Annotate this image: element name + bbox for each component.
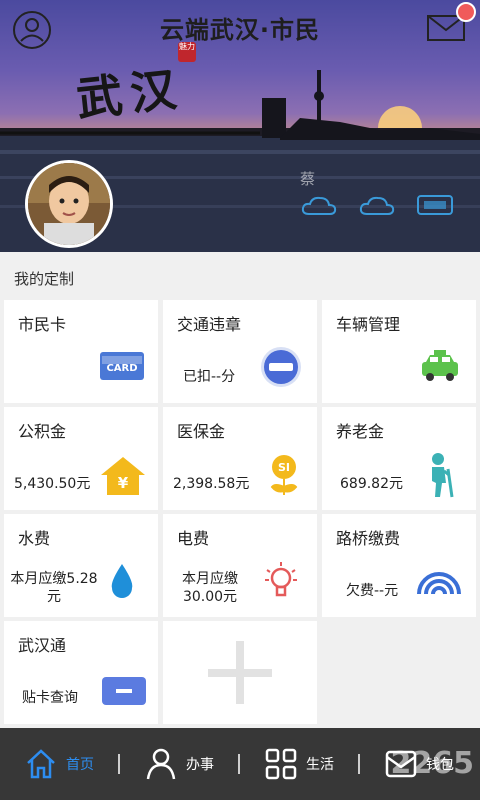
bridge-arc-icon — [417, 572, 461, 595]
house-yuan-icon: ¥ — [101, 457, 145, 495]
card-icon: CARD — [100, 352, 144, 380]
transit-card-icon — [102, 677, 146, 705]
tile-title: 水费 — [18, 529, 51, 548]
tile-title: 市民卡 — [18, 315, 67, 334]
bottom-tab-bar: 首页 办事 生活 钱包 2265 — [0, 728, 480, 800]
tile-value: 欠费--元 — [346, 583, 399, 599]
tile-citizen-card[interactable]: 市民卡 CARD — [4, 300, 158, 403]
tab-label: 办事 — [186, 757, 214, 773]
watermark: 2265 — [390, 746, 475, 781]
grid-icon — [265, 748, 297, 780]
tile-title: 公积金 — [18, 422, 67, 441]
tile-road-bridge-fee[interactable]: 路桥缴费 欠费--元 — [322, 514, 476, 617]
plus-icon — [208, 641, 272, 704]
profile-photo[interactable] — [25, 160, 113, 248]
tile-title: 医保金 — [177, 422, 226, 441]
section-title: 我的定制 — [14, 270, 75, 288]
card-badge-text: CARD — [106, 363, 137, 374]
tab-label: 生活 — [306, 757, 334, 773]
tile-water-fee[interactable]: 水费 本月应缴5.28元 — [4, 514, 158, 617]
tile-value: 本月应缴5.28元 — [10, 571, 98, 605]
red-seal: 魅力 — [178, 42, 196, 62]
tab-separator — [118, 754, 120, 774]
add-service-button[interactable] — [163, 621, 317, 724]
tab-label: 首页 — [66, 757, 94, 773]
tile-title: 电费 — [177, 529, 210, 548]
tab-separator — [238, 754, 240, 774]
tab-home[interactable]: 首页 — [24, 728, 94, 800]
child-portrait-image — [28, 163, 110, 245]
flower-si-icon: SI — [270, 455, 298, 495]
home-icon — [27, 749, 55, 779]
tile-title: 路桥缴费 — [336, 529, 401, 548]
user-name: 蔡 — [300, 170, 316, 188]
tile-value: 已扣--分 — [183, 369, 236, 385]
tile-vehicle-management[interactable]: 车辆管理 — [322, 300, 476, 403]
water-drop-icon — [111, 564, 133, 598]
no-entry-icon — [261, 347, 301, 387]
calligraphy-title: 武汉 — [73, 61, 187, 127]
hero-banner: 云端武汉·市民 武汉 魅力 蔡 — [0, 0, 480, 252]
tile-value: 5,430.50元 — [14, 476, 91, 492]
tile-value: 689.82元 — [340, 476, 403, 492]
cloud-icon — [359, 196, 395, 215]
tile-housing-fund[interactable]: 公积金 5,430.50元 ¥ — [4, 407, 158, 510]
tile-title: 武汉通 — [18, 636, 67, 655]
notification-dot — [456, 2, 476, 22]
person-icon — [146, 748, 176, 780]
tile-value: 本月应缴30.00元 — [182, 571, 238, 605]
taxi-icon — [422, 350, 458, 381]
tile-value: 贴卡查询 — [22, 690, 78, 706]
tab-separator — [358, 754, 360, 774]
elder-icon — [432, 453, 454, 498]
cloud-icon — [301, 196, 337, 215]
tile-wuhan-tong[interactable]: 武汉通 贴卡查询 — [4, 621, 158, 724]
yuan-badge-text: ¥ — [118, 474, 129, 492]
tab-affairs[interactable]: 办事 — [144, 728, 214, 800]
tile-electricity-fee[interactable]: 电费 本月应缴30.00元 — [163, 514, 317, 617]
tile-medical-insurance[interactable]: 医保金 2,398.58元 SI — [163, 407, 317, 510]
tile-title: 养老金 — [336, 422, 385, 441]
tile-pension[interactable]: 养老金 689.82元 — [322, 407, 476, 510]
tile-title: 车辆管理 — [336, 315, 401, 334]
aqi-icon — [417, 195, 453, 215]
si-badge-text: SI — [278, 461, 290, 474]
app-title: 云端武汉·市民 — [159, 16, 321, 44]
tab-life[interactable]: 生活 — [264, 728, 334, 800]
tile-traffic-violation[interactable]: 交通违章 已扣--分 — [163, 300, 317, 403]
tile-title: 交通违章 — [177, 315, 242, 334]
tile-value: 2,398.58元 — [173, 476, 250, 492]
light-bulb-icon — [265, 562, 297, 597]
